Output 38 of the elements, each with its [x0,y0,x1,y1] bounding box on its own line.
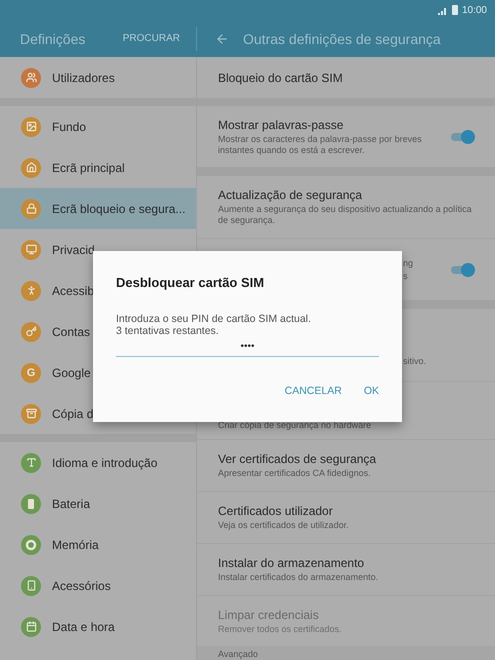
setting-title: Actualização de segurança [218,188,364,202]
letter-icon: G [21,362,41,382]
setting-description: Instalar certificados do armazenamento. [218,572,380,583]
setting-title: Bloqueio do cartão SIM [218,70,344,84]
sidebar-label: Fundo [52,120,86,134]
sidebar-label: Google [52,366,91,380]
sidebar-label: Acessib [52,284,94,298]
page-title: Outras definições de segurança [243,30,441,46]
sidebar-label: Ecrã bloqueio e segura... [52,202,186,216]
setting-title: Mostrar palavras-passe [218,118,344,132]
setting-description: Veja os certificados de utilizador. [218,520,350,531]
sidebar-label: Privacid [52,242,95,256]
sidebar-label: Ecrã principal [52,160,125,174]
setting-description: Apresentar certificados CA fidedignos. [218,468,372,479]
sidebar-label: Idioma e introdução [52,456,158,470]
sidebar-label: Data e hora [52,620,115,634]
sidebar-label: Cópia d [52,406,94,420]
setting-description: ng [403,258,414,268]
setting-title: Instalar do armazenamento [218,556,366,570]
section-header: Avançado [217,648,259,660]
setting-title: Limpar credenciais [218,608,320,622]
sidebar-label: Contas [52,324,90,338]
sidebar-label: Acessórios [52,578,111,592]
clock: 10:00 [462,4,487,16]
setting-description: Remover todos os certificados. [218,624,343,634]
sidebar-label: Memória [52,538,99,552]
dialog-message: 3 tentativas restantes. [116,325,220,337]
sidebar-label: Utilizadores [52,70,115,84]
setting-description: Aumente a segurança do seu dispositivo actualizando a política de segurança. [218,204,473,226]
sidebar-label: Bateria [52,496,90,510]
setting-description: Mostrar os caracteres da palavra-passe por breves instantes quando os está a escrever. [218,134,423,156]
dialog-title: Desbloquear cartão SIM [116,275,266,290]
setting-description: s [403,270,408,282]
app-title: Definições [20,30,86,46]
setting-description: Criar cópia de segurança no hardware [218,420,372,431]
dialog-message: Introduza o seu PIN de cartão SIM actual. [116,313,312,325]
setting-title: Certificados utilizador [218,504,334,518]
setting-title: Ver certificados de segurança [218,452,378,466]
